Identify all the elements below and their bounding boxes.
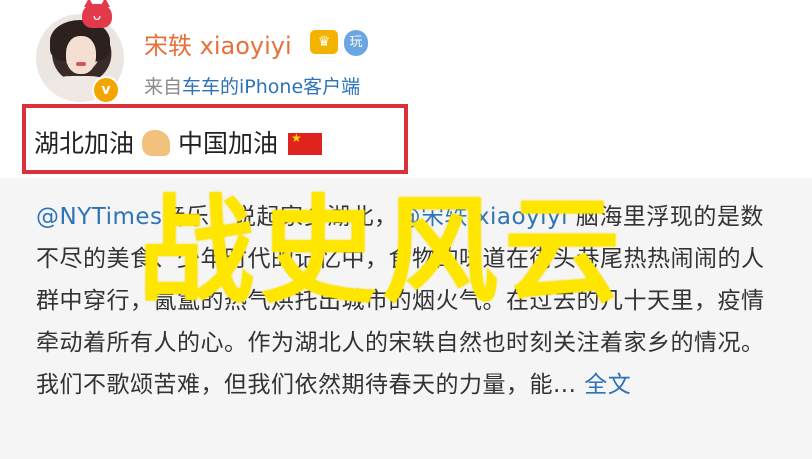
post-text-part2: 中国加油 xyxy=(178,129,279,158)
source-device-link[interactable]: 车车的iPhone客户端 xyxy=(182,76,360,98)
muscle-icon xyxy=(142,130,171,156)
post-text: 湖北加油 中国加油 xyxy=(34,124,323,160)
vip-icon[interactable]: 玩 xyxy=(344,30,368,56)
watermark: 战史风云 xyxy=(138,184,626,319)
username-link[interactable]: 宋轶 xiaoyiyi xyxy=(144,26,292,61)
avatar-lips xyxy=(76,62,86,66)
source-prefix: 来自 xyxy=(144,76,183,98)
full-text-link[interactable]: 全文 xyxy=(584,372,631,398)
crown-icon[interactable]: ♛ xyxy=(310,30,338,54)
avatar-face xyxy=(66,36,96,74)
post-text-part1: 湖北加油 xyxy=(34,129,135,158)
verified-v-icon: v xyxy=(92,76,120,104)
cat-ear-icon: ᴗ xyxy=(82,0,112,28)
post-source: 来自车车的iPhone客户端 xyxy=(144,72,360,99)
china-flag-icon xyxy=(288,131,323,155)
